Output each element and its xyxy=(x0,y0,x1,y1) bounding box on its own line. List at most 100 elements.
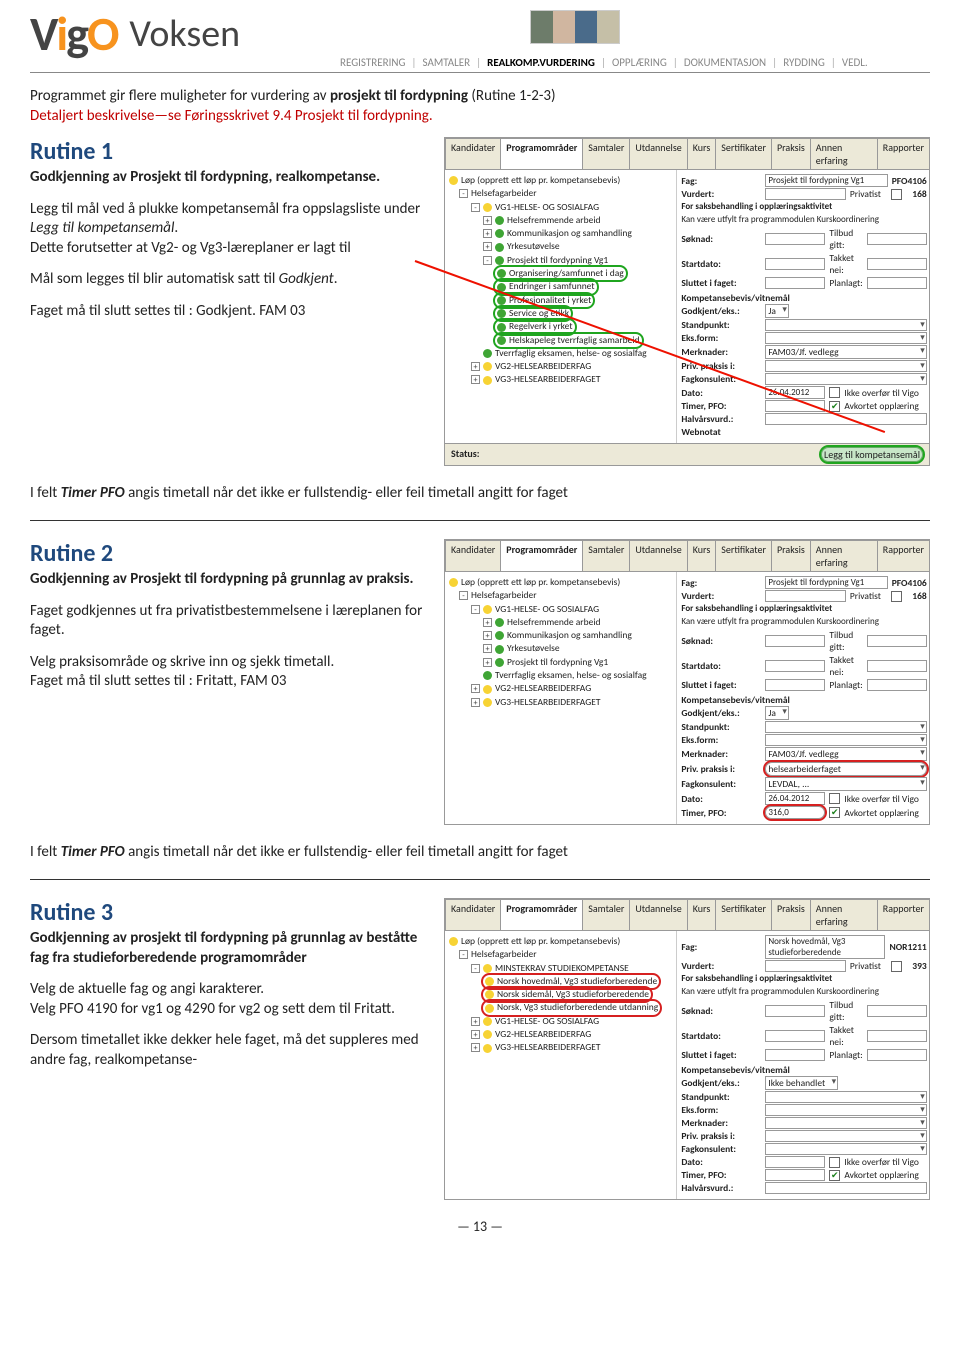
tree-node-selected[interactable]: Norsk hovedmål, Vg3 studieforberedende xyxy=(497,975,657,987)
tab-rapporter[interactable]: Rapporter xyxy=(877,138,930,169)
select-eksform[interactable] xyxy=(765,734,926,746)
tree-node[interactable]: Yrkesutøvelse xyxy=(507,240,560,252)
tab-praksis[interactable]: Praksis xyxy=(771,138,811,169)
expand-icon[interactable]: + xyxy=(483,242,492,251)
select-godkjent[interactable]: Ikke behandlet xyxy=(765,1076,838,1090)
expand-icon[interactable]: + xyxy=(471,362,480,371)
tree-node[interactable]: Kommunikasjon og samhandling xyxy=(507,629,632,641)
select-fagkonsulent[interactable] xyxy=(765,1143,926,1155)
select-fagkonsulent[interactable] xyxy=(765,373,926,385)
field-dato[interactable]: 26.04.2012 xyxy=(765,792,825,805)
field-start[interactable] xyxy=(765,1030,825,1042)
expand-icon[interactable]: + xyxy=(471,1030,480,1039)
tab-annen[interactable]: Annen erfaring xyxy=(810,138,878,169)
tree-node[interactable]: Tverrfaglig eksamen, helse- og sosialfag xyxy=(495,347,647,359)
expand-icon[interactable]: + xyxy=(483,631,492,640)
expand-icon[interactable]: + xyxy=(483,618,492,627)
tree-node[interactable]: Yrkesutøvelse xyxy=(507,642,560,654)
checkbox-ikkeoverfor[interactable] xyxy=(829,1157,840,1168)
tab-kandidater[interactable]: Kandidater xyxy=(445,540,501,571)
tab-samtaler[interactable]: Samtaler xyxy=(582,540,630,571)
tab-programomrader[interactable]: Programområder xyxy=(500,899,583,930)
checkbox-avkortet[interactable]: ✔ xyxy=(829,807,840,818)
expand-icon[interactable]: - xyxy=(459,189,468,198)
field-halvars[interactable] xyxy=(765,1182,926,1194)
select-privpraksis[interactable] xyxy=(765,1130,926,1142)
checkbox-privatist[interactable] xyxy=(891,961,902,972)
tab-utdannelse[interactable]: Utdannelse xyxy=(629,138,687,169)
select-fagkonsulent[interactable]: LEVDAL, ... xyxy=(765,777,926,791)
field-fag[interactable]: Prosjekt til fordypning Vg1 xyxy=(765,576,887,589)
tree-node[interactable]: Tverrfaglig eksamen, helse- og sosialfag xyxy=(495,669,647,681)
tree-node[interactable]: Helsefagarbeider xyxy=(471,589,537,601)
tree-node[interactable]: Norsk sidemål, Vg3 studieforberedende xyxy=(497,988,649,1000)
tree-node[interactable]: VG1-HELSE- OG SOSIALFAG xyxy=(495,603,599,615)
field-sluttet[interactable] xyxy=(765,679,825,691)
tree-node[interactable]: Regelverk i yrket xyxy=(509,320,573,332)
tree-node[interactable]: Helsefagarbeider xyxy=(471,948,537,960)
field-soknad[interactable] xyxy=(765,1005,825,1017)
checkbox-avkortet[interactable]: ✔ xyxy=(829,401,840,412)
field-start[interactable] xyxy=(765,258,825,270)
tab-kurs[interactable]: Kurs xyxy=(687,138,717,169)
tree-node[interactable]: VG1-HELSE- OG SOSIALFAG xyxy=(495,201,599,213)
field-vurdert[interactable] xyxy=(765,188,846,200)
select-godkjent[interactable]: Ja xyxy=(765,706,789,720)
select-eksform[interactable] xyxy=(765,1104,926,1116)
tab-kandidater[interactable]: Kandidater xyxy=(445,899,501,930)
field-dato[interactable] xyxy=(765,1156,825,1168)
tree-node[interactable]: Endringer i samfunnet xyxy=(509,280,595,292)
select-standpunkt[interactable] xyxy=(765,1091,926,1103)
tab-sertifikater[interactable]: Sertifikater xyxy=(715,899,772,930)
field-tilbud[interactable] xyxy=(867,233,927,245)
field-sluttet[interactable] xyxy=(765,1049,825,1061)
checkbox-ikkeoverfor[interactable] xyxy=(829,793,840,804)
tab-utdannelse[interactable]: Utdannelse xyxy=(629,540,687,571)
select-merknader[interactable] xyxy=(765,1117,926,1129)
expand-icon[interactable]: + xyxy=(471,1043,480,1052)
field-start[interactable] xyxy=(765,660,825,672)
tab-annen[interactable]: Annen erfaring xyxy=(810,899,878,930)
add-kompetansemaal-button[interactable]: Legg til kompetansemål xyxy=(821,447,923,462)
field-vurdert[interactable] xyxy=(765,960,846,972)
expand-icon[interactable]: + xyxy=(483,658,492,667)
tree-node-selected[interactable]: Prosjekt til fordypning Vg1 xyxy=(507,254,608,266)
tab-programomrader[interactable]: Programområder xyxy=(500,540,583,571)
field-soknad[interactable] xyxy=(765,635,825,647)
expand-icon[interactable]: + xyxy=(471,375,480,384)
tab-samtaler[interactable]: Samtaler xyxy=(582,138,630,169)
field-vurdert[interactable] xyxy=(765,590,846,602)
checkbox-avkortet[interactable]: ✔ xyxy=(829,1170,840,1181)
tab-sertifikater[interactable]: Sertifikater xyxy=(715,540,772,571)
select-merknader[interactable]: FAM03/Jf. vedlegg xyxy=(765,345,926,359)
checkbox-privatist[interactable] xyxy=(891,591,902,602)
field-soknad[interactable] xyxy=(765,233,825,245)
field-timer[interactable]: 316,0 xyxy=(765,806,825,819)
select-merknader[interactable]: FAM03/Jf. vedlegg xyxy=(765,747,926,761)
tab-kurs[interactable]: Kurs xyxy=(687,899,717,930)
tab-samtaler[interactable]: Samtaler xyxy=(582,899,630,930)
tab-kurs[interactable]: Kurs xyxy=(687,540,717,571)
tree-node[interactable]: Norsk, Vg3 studieforberedende utdanning xyxy=(497,1001,658,1013)
tab-praksis[interactable]: Praksis xyxy=(771,899,811,930)
select-privpraksis[interactable]: helsearbeiderfaget xyxy=(765,762,926,776)
expand-icon[interactable]: + xyxy=(471,684,480,693)
tree-node[interactable]: VG3-HELSEARBEIDERFAGET xyxy=(495,373,600,385)
tab-sertifikater[interactable]: Sertifikater xyxy=(715,138,772,169)
tree-node[interactable]: VG2-HELSEARBEIDERFAG xyxy=(495,1028,591,1040)
expand-icon[interactable]: - xyxy=(459,950,468,959)
field-planlagt[interactable] xyxy=(867,1049,927,1061)
tree-node[interactable]: Helsefagarbeider xyxy=(471,187,537,199)
tab-annen[interactable]: Annen erfaring xyxy=(810,540,878,571)
field-planlagt[interactable] xyxy=(867,679,927,691)
field-planlagt[interactable] xyxy=(867,277,927,289)
checkbox-ikkeoverfor[interactable] xyxy=(829,387,840,398)
tree-node[interactable]: MINSTEKRAV STUDIEKOMPETANSE xyxy=(495,962,629,974)
field-fag[interactable]: Norsk hovedmål, Vg3 studieforberedende xyxy=(765,935,885,959)
tree-node[interactable]: Helsefremmende arbeid xyxy=(507,214,601,226)
expand-icon[interactable]: + xyxy=(483,216,492,225)
field-sluttet[interactable] xyxy=(765,277,825,289)
tab-rapporter[interactable]: Rapporter xyxy=(877,540,930,571)
expand-icon[interactable]: + xyxy=(471,1017,480,1026)
expand-icon[interactable]: + xyxy=(483,644,492,653)
